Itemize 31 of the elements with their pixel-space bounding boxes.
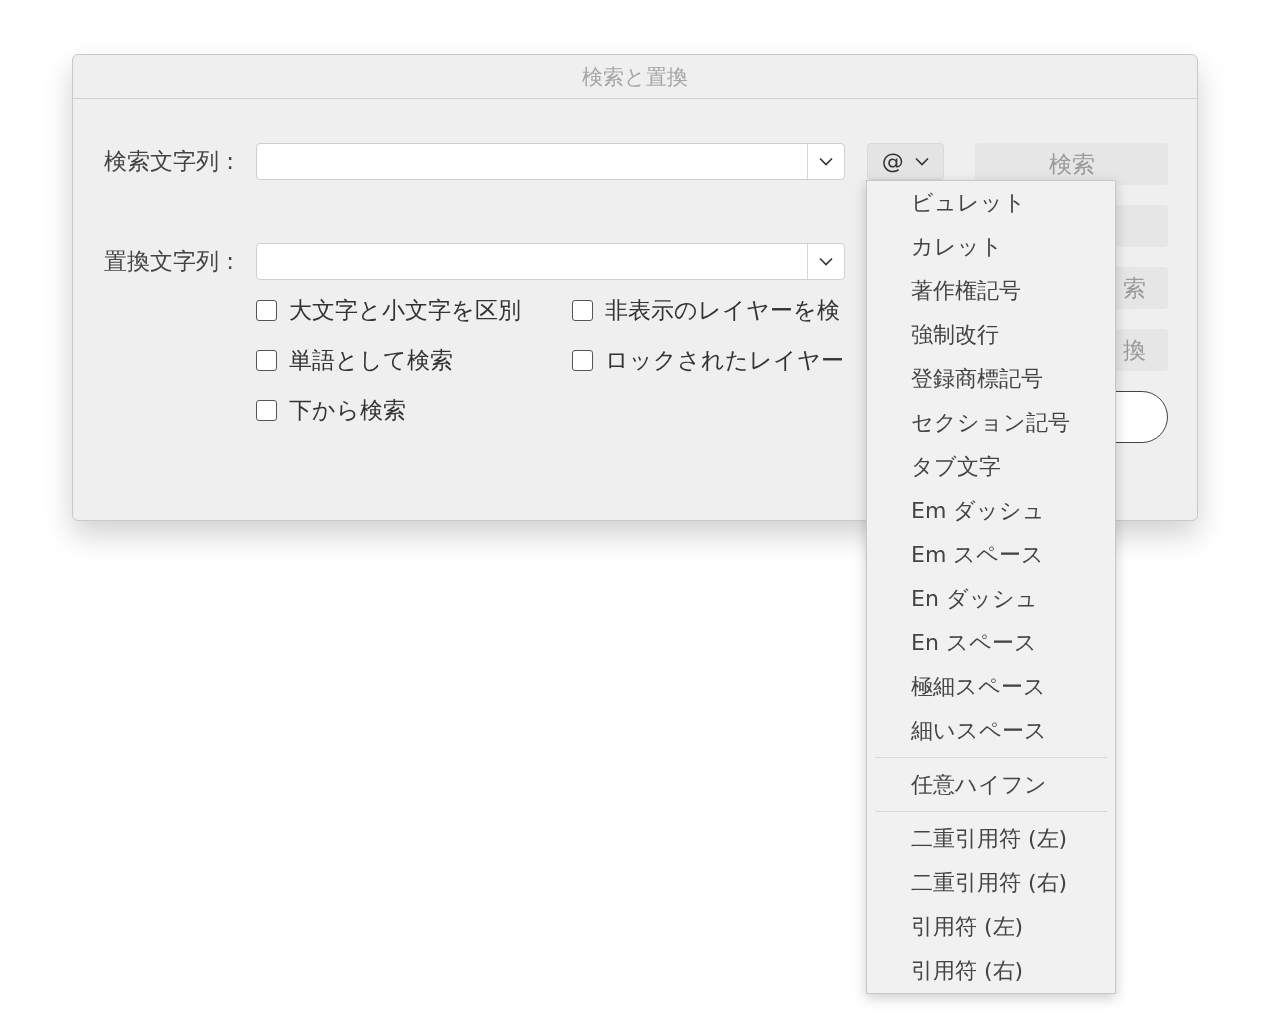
checkbox-option[interactable]: 下から検索 bbox=[256, 395, 572, 425]
field-label: 置換文字列 : bbox=[104, 247, 236, 276]
checkbox[interactable] bbox=[256, 349, 277, 371]
menu-item[interactable]: カレット bbox=[867, 225, 1115, 269]
combo-field[interactable] bbox=[256, 143, 845, 180]
menu-item[interactable]: 細いスペース bbox=[867, 709, 1115, 753]
special-character-button[interactable]: @ bbox=[867, 143, 944, 180]
field-label: 検索文字列 : bbox=[104, 147, 236, 176]
menu-item[interactable]: En スペース bbox=[867, 621, 1115, 665]
menu-item[interactable]: 極細スペース bbox=[867, 665, 1115, 709]
checkbox[interactable] bbox=[572, 349, 593, 371]
menu-item[interactable]: タブ文字 bbox=[867, 445, 1115, 489]
checkbox[interactable] bbox=[572, 299, 593, 321]
menu-item[interactable]: 引用符 (右) bbox=[867, 949, 1115, 993]
window-title: 検索と置換 bbox=[582, 63, 688, 91]
checkbox[interactable] bbox=[256, 399, 277, 421]
checkbox-option[interactable]: 大文字と小文字を区別 bbox=[256, 295, 572, 325]
menu-item[interactable]: 二重引用符 (右) bbox=[867, 861, 1115, 905]
menu-item[interactable]: Em スペース bbox=[867, 533, 1115, 577]
chevron-down-icon bbox=[819, 157, 833, 166]
chevron-down-icon bbox=[915, 157, 930, 166]
menu-item[interactable]: Em ダッシュ bbox=[867, 489, 1115, 533]
chevron-down-icon bbox=[819, 257, 833, 266]
menu-item[interactable]: 二重引用符 (左) bbox=[867, 817, 1115, 861]
menu-item[interactable]: 引用符 (左) bbox=[867, 905, 1115, 949]
combo-field[interactable] bbox=[256, 243, 845, 280]
checkbox-option[interactable]: 単語として検索 bbox=[256, 345, 572, 375]
menu-item[interactable]: セクション記号 bbox=[867, 401, 1115, 445]
checkbox[interactable] bbox=[256, 299, 277, 321]
menu-item[interactable]: En ダッシュ bbox=[867, 577, 1115, 621]
menu-item[interactable]: 任意ハイフン bbox=[867, 763, 1115, 807]
